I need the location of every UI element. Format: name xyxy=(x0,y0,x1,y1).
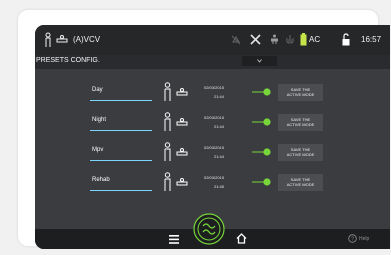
help-icon[interactable]: ? xyxy=(348,234,357,243)
save-button-line2: ACTIVE MODE xyxy=(286,92,315,97)
save-button-line2: ACTIVE MODE xyxy=(286,182,315,187)
bed-icon xyxy=(176,118,188,126)
preset-toggle[interactable] xyxy=(252,178,271,186)
person-icon xyxy=(271,34,278,44)
patient-icon xyxy=(164,172,171,191)
status-bar: (A)VCV AC 16:57 xyxy=(35,25,390,55)
lungs-icon xyxy=(286,35,294,44)
preset-time: 21:45 xyxy=(213,184,224,189)
alarm-off-icon xyxy=(231,35,241,45)
patient-icon xyxy=(164,82,171,101)
preset-date: 02/03/2015 xyxy=(203,145,224,150)
lock-icon[interactable] xyxy=(342,33,350,46)
title-dropdown[interactable] xyxy=(242,56,277,66)
preset-toggle[interactable] xyxy=(252,88,271,96)
patient-icon xyxy=(164,142,171,161)
preset-time: 21:44 xyxy=(213,154,224,159)
preset-date: 02/03/2015 xyxy=(203,175,224,180)
save-active-mode-button[interactable]: SAVE THE ACTIVE MODE xyxy=(278,114,323,131)
preset-toggle[interactable] xyxy=(252,148,271,156)
device-screen: (A)VCV AC 16:57 PRESETS CONFIG. Day 02/0… xyxy=(35,25,390,249)
preset-date: 02/03/2015 xyxy=(203,85,224,90)
preset-name: Day xyxy=(92,87,103,93)
save-active-mode-button[interactable]: SAVE THE ACTIVE MODE xyxy=(278,84,323,101)
presets-list: Day 02/03/2015 21:44 SAVE THE ACTIVE MOD… xyxy=(35,69,390,229)
battery-icon xyxy=(300,33,307,46)
title-bar: PRESETS CONFIG. xyxy=(35,55,390,69)
chevron-down-icon xyxy=(257,59,262,63)
bed-icon xyxy=(176,148,188,156)
save-button-line2: ACTIVE MODE xyxy=(286,152,315,157)
preset-name: Rehab xyxy=(92,177,110,183)
ventilation-mode: (A)VCV xyxy=(73,35,101,44)
preset-toggle[interactable] xyxy=(252,118,271,126)
help-label[interactable]: Help xyxy=(359,236,369,242)
bed-icon xyxy=(176,88,188,96)
bed-icon xyxy=(176,178,188,186)
ventilator-icon[interactable] xyxy=(193,213,225,245)
preset-time: 21:44 xyxy=(213,124,224,129)
page-title: PRESETS CONFIG. xyxy=(36,57,100,64)
preset-name-field[interactable]: Day xyxy=(90,86,152,101)
preset-time: 21:44 xyxy=(213,94,224,99)
patient-icon xyxy=(45,32,51,47)
save-button-line2: ACTIVE MODE xyxy=(286,122,315,127)
tools-icon[interactable] xyxy=(250,34,261,45)
bed-icon xyxy=(56,35,68,43)
preset-name-field[interactable]: Night xyxy=(90,116,152,131)
patient-icon xyxy=(164,112,171,131)
preset-name: Mpv xyxy=(92,147,104,153)
save-active-mode-button[interactable]: SAVE THE ACTIVE MODE xyxy=(278,174,323,191)
power-source-label: AC xyxy=(309,35,321,44)
svg-text:?: ? xyxy=(351,236,354,242)
preset-name-field[interactable]: Rehab xyxy=(90,176,152,191)
menu-icon[interactable] xyxy=(169,235,179,244)
clock: 16:57 xyxy=(361,35,382,44)
preset-date: 02/03/2015 xyxy=(203,115,224,120)
preset-name: Night xyxy=(92,117,107,123)
save-active-mode-button[interactable]: SAVE THE ACTIVE MODE xyxy=(278,144,323,161)
preset-name-field[interactable]: Mpv xyxy=(90,146,152,161)
home-icon[interactable] xyxy=(236,233,247,244)
